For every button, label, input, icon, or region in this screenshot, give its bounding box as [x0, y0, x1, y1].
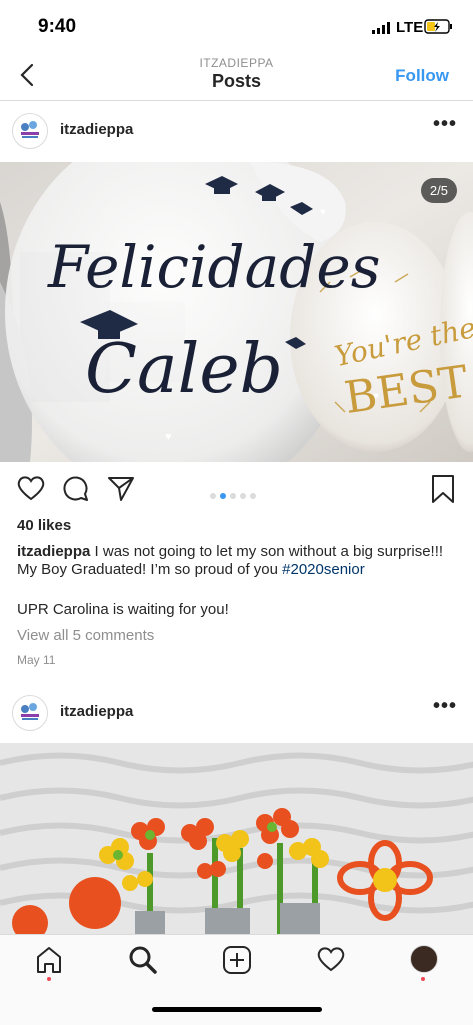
activity-heart-icon[interactable] [316, 945, 346, 973]
follow-button[interactable]: Follow [395, 66, 449, 86]
view-comments-link[interactable]: View all 5 comments [17, 627, 154, 644]
carousel-dot [230, 493, 236, 499]
network-label: LTE [396, 19, 424, 36]
carousel-indicator [210, 486, 260, 504]
post-username[interactable]: itzadieppa [60, 121, 133, 138]
battery-icon [424, 19, 452, 34]
post-actions [0, 470, 473, 510]
more-options-icon[interactable]: ••• [433, 695, 457, 718]
logo-icon [21, 703, 39, 720]
caption-line-2: UPR Carolina is waiting for you! [17, 601, 229, 618]
user-avatar[interactable] [12, 113, 48, 149]
balloon-flowers-photo [0, 743, 473, 935]
comment-icon[interactable] [61, 474, 91, 502]
profile-notification-dot [421, 977, 425, 981]
post-image[interactable]: Felicidades Caleb You're the BEST ♥ ♥ ♥ … [0, 162, 473, 462]
profile-avatar[interactable] [410, 945, 438, 973]
balloon-text-caleb: Caleb [85, 330, 283, 409]
status-bar: 9:40 LTE [0, 0, 473, 52]
home-icon[interactable] [35, 945, 63, 975]
post-header: itzadieppa ••• [0, 101, 473, 161]
carousel-dot [250, 493, 256, 499]
more-options-icon[interactable]: ••• [433, 113, 457, 136]
home-indicator [152, 1007, 322, 1012]
add-post-icon[interactable] [222, 945, 252, 975]
balloon-photo: Felicidades Caleb You're the BEST ♥ ♥ ♥ [0, 162, 473, 462]
heart-icon[interactable] [16, 474, 46, 502]
logo-icon [21, 121, 39, 138]
post-header-2: itzadieppa ••• [0, 683, 473, 743]
svg-text:♥: ♥ [165, 431, 172, 443]
status-time: 9:40 [38, 16, 77, 37]
post-username[interactable]: itzadieppa [60, 703, 133, 720]
hashtag-link[interactable]: #2020senior [282, 561, 365, 578]
bookmark-icon[interactable] [430, 474, 456, 504]
carousel-dot [210, 493, 216, 499]
caption-username[interactable]: itzadieppa [17, 543, 90, 560]
user-avatar[interactable] [12, 695, 48, 731]
search-icon[interactable] [128, 945, 158, 975]
carousel-dot-active [220, 493, 226, 499]
likes-count[interactable]: 40 likes [17, 517, 71, 534]
carousel-dot [240, 493, 246, 499]
share-icon[interactable] [106, 474, 136, 502]
top-navigation: ITZADIEPPA Posts Follow [0, 52, 473, 101]
post-caption: itzadieppa I was not going to let my son… [17, 543, 457, 579]
post-date: May 11 [17, 653, 56, 667]
signal-icon [372, 22, 390, 34]
post-image-2[interactable] [0, 743, 473, 935]
svg-text:♥: ♥ [373, 391, 379, 402]
image-counter: 2/5 [420, 178, 457, 203]
balloon-text-felicidades: Felicidades [47, 233, 380, 301]
svg-text:♥: ♥ [320, 207, 326, 218]
home-notification-dot [47, 977, 51, 981]
